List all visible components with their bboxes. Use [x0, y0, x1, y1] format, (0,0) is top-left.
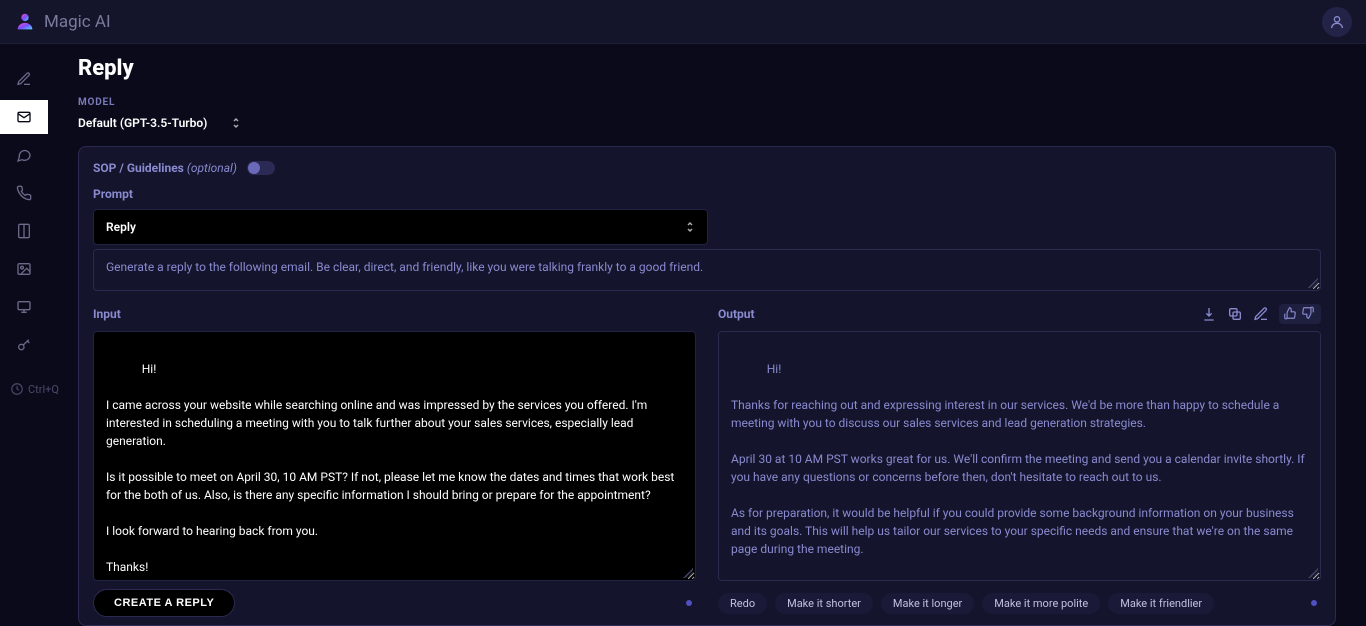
- chip-redo[interactable]: Redo: [718, 593, 767, 614]
- suggestion-chips: Redo Make it shorter Make it longer Make…: [718, 593, 1214, 614]
- prompt-template-select[interactable]: Reply: [93, 209, 708, 245]
- thumbs-down-icon[interactable]: [1301, 306, 1317, 322]
- config-panel: SOP / Guidelines (optional) Prompt Reply…: [78, 146, 1336, 626]
- chip-longer[interactable]: Make it longer: [881, 593, 974, 614]
- thumbs-up-icon[interactable]: [1283, 306, 1299, 322]
- output-label: Output: [718, 307, 755, 321]
- topbar: Magic AI: [0, 0, 1366, 44]
- keyboard-shortcut-hint: Ctrl+Q: [10, 382, 59, 396]
- prompt-label: Prompt: [93, 187, 1321, 201]
- sop-toggle[interactable]: [247, 161, 275, 175]
- sidebar-item-docs[interactable]: [0, 214, 48, 248]
- copy-icon[interactable]: [1227, 306, 1243, 322]
- edit-icon[interactable]: [1253, 306, 1269, 322]
- output-actions: [1201, 304, 1321, 324]
- create-reply-button[interactable]: CREATE A REPLY: [93, 589, 235, 617]
- resize-handle-icon[interactable]: [1308, 278, 1318, 288]
- chip-friendlier[interactable]: Make it friendlier: [1108, 593, 1214, 614]
- input-label: Input: [93, 307, 121, 321]
- download-icon[interactable]: [1201, 306, 1217, 322]
- sidebar-item-call[interactable]: [0, 176, 48, 210]
- output-textarea[interactable]: Hi! Thanks for reaching out and expressi…: [718, 331, 1321, 581]
- resize-handle-icon[interactable]: [683, 568, 693, 578]
- model-label: MODEL: [78, 97, 1336, 108]
- sidebar-item-key[interactable]: [0, 328, 48, 362]
- model-select[interactable]: Default (GPT-3.5-Turbo): [78, 114, 241, 132]
- sidebar: Ctrl+Q: [0, 44, 48, 626]
- sidebar-item-chat[interactable]: [0, 138, 48, 172]
- sidebar-item-image[interactable]: [0, 252, 48, 286]
- status-dot: [1311, 600, 1317, 606]
- status-dot: [686, 600, 692, 606]
- logo: Magic AI: [14, 11, 111, 33]
- resize-handle-icon[interactable]: [1308, 568, 1318, 578]
- page-title: Reply: [78, 56, 1336, 81]
- main-content: Reply MODEL Default (GPT-3.5-Turbo) SOP …: [48, 44, 1366, 626]
- app-logo-icon: [14, 11, 36, 33]
- sidebar-item-desktop[interactable]: [0, 290, 48, 324]
- sidebar-item-mail[interactable]: [0, 100, 48, 134]
- app-name: Magic AI: [44, 12, 111, 32]
- chip-polite[interactable]: Make it more polite: [982, 593, 1100, 614]
- user-menu-button[interactable]: [1322, 7, 1352, 37]
- input-textarea[interactable]: Hi! I came across your website while sea…: [93, 331, 696, 581]
- sidebar-item-compose[interactable]: [0, 62, 48, 96]
- prompt-text-input[interactable]: Generate a reply to the following email.…: [93, 249, 1321, 291]
- chip-shorter[interactable]: Make it shorter: [775, 593, 873, 614]
- sop-label: SOP / Guidelines (optional): [93, 161, 237, 175]
